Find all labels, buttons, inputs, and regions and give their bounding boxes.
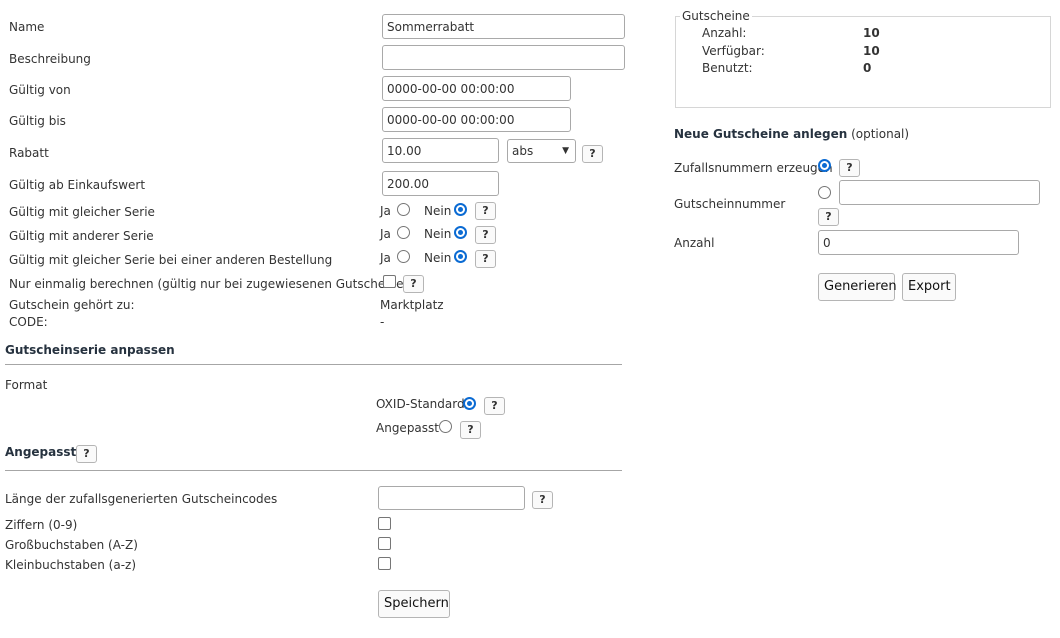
discount-type-select[interactable]: abs ▼ [507,139,576,163]
calc-once-label: Nur einmalig berechnen (gültig nur bei z… [9,277,416,291]
calc-once-help-icon[interactable]: ? [403,275,424,293]
same-series-no-radio[interactable] [454,203,467,216]
voucher-number-label: Gutscheinnummer [674,197,786,211]
format-custom-help-icon[interactable]: ? [460,421,481,439]
vouchers-legend: Gutscheine [680,9,752,23]
custom-help-icon[interactable]: ? [76,445,97,463]
same-series-yes-radio[interactable] [397,203,410,216]
description-input[interactable] [382,45,625,70]
available-label: Verfügbar: [702,44,765,58]
valid-from-label: Gültig von [9,83,71,97]
belongs-to-value: Marktplatz [380,298,444,312]
count-value: 10 [863,26,880,40]
discount-label: Rabatt [9,146,49,160]
same-series-other-order-label: Gültig mit gleicher Serie bei einer ande… [9,253,333,267]
voucher-number-radio[interactable] [818,186,831,199]
same-series-label: Gültig mit gleicher Serie [9,205,155,219]
format-standard-radio[interactable] [463,397,476,410]
series-heading: Gutscheinserie anpassen [5,343,175,357]
same-series-yes-label: Ja [380,204,391,218]
min-value-input[interactable] [382,171,499,196]
amount-label: Anzahl [674,236,715,250]
lowercase-label: Kleinbuchstaben (a-z) [5,558,137,572]
export-button[interactable]: Export [902,273,956,301]
uppercase-label: Großbuchstaben (A-Z) [5,538,138,552]
new-vouchers-heading: Neue Gutscheine anlegen [674,127,848,141]
same-series-help-icon[interactable]: ? [475,202,496,220]
code-length-help-icon[interactable]: ? [532,491,553,509]
digits-label: Ziffern (0-9) [5,518,78,532]
code-length-label: Länge der zufallsgenerierten Gutscheinco… [5,492,278,506]
custom-divider [5,470,622,471]
random-numbers-radio[interactable] [818,159,831,172]
other-series-yes-radio[interactable] [397,226,410,239]
series-divider [5,364,622,365]
min-value-label: Gültig ab Einkaufswert [9,178,146,192]
same-series-other-order-yes-radio[interactable] [397,250,410,263]
same-series-other-order-help-icon[interactable]: ? [475,250,496,268]
used-value: 0 [863,61,872,75]
discount-help-icon[interactable]: ? [582,145,603,163]
random-numbers-label: Zufallsnummern erzeugen [674,161,833,175]
custom-heading: Angepasst [5,445,77,459]
belongs-to-label: Gutschein gehört zu: [9,298,135,312]
calc-once-checkbox[interactable] [383,275,396,288]
other-series-no-radio[interactable] [454,226,467,239]
valid-to-input[interactable] [382,107,571,132]
generate-button[interactable]: Generieren [818,273,897,301]
name-label: Name [9,20,45,34]
voucher-number-help-icon[interactable]: ? [818,208,839,226]
amount-input[interactable] [818,230,1019,255]
uppercase-checkbox[interactable] [378,537,391,550]
code-value: - [380,315,385,329]
discount-type-value: abs [512,144,534,158]
count-label: Anzahl: [702,26,747,40]
format-label: Format [5,378,48,392]
available-value: 10 [863,44,880,58]
format-custom-radio[interactable] [439,420,452,433]
valid-from-input[interactable] [382,76,571,101]
lowercase-checkbox[interactable] [378,557,391,570]
other-series-label: Gültig mit anderer Serie [9,229,154,243]
new-vouchers-heading-row: Neue Gutscheine anlegen (optional) [674,127,909,141]
save-button[interactable]: Speichern [378,590,450,618]
same-series-other-order-no-radio[interactable] [454,250,467,263]
description-label: Beschreibung [9,52,91,66]
format-standard-label: OXID-Standard [376,397,465,411]
other-series-yes-label: Ja [380,227,391,241]
format-standard-help-icon[interactable]: ? [484,397,505,415]
random-numbers-help-icon[interactable]: ? [839,159,860,177]
discount-input[interactable] [382,138,499,163]
valid-to-label: Gültig bis [9,114,66,128]
same-series-other-order-no-label: Nein [424,251,452,265]
format-custom-label: Angepasst [376,421,439,435]
name-input[interactable] [382,14,625,39]
code-label: CODE: [9,315,48,329]
used-label: Benutzt: [702,61,753,75]
same-series-other-order-yes-label: Ja [380,251,391,265]
other-series-help-icon[interactable]: ? [475,226,496,244]
new-vouchers-optional: (optional) [851,127,910,141]
same-series-no-label: Nein [424,204,452,218]
other-series-no-label: Nein [424,227,452,241]
code-length-input[interactable] [378,486,525,510]
chevron-down-icon: ▼ [562,146,569,156]
digits-checkbox[interactable] [378,517,391,530]
voucher-number-input[interactable] [839,180,1040,205]
